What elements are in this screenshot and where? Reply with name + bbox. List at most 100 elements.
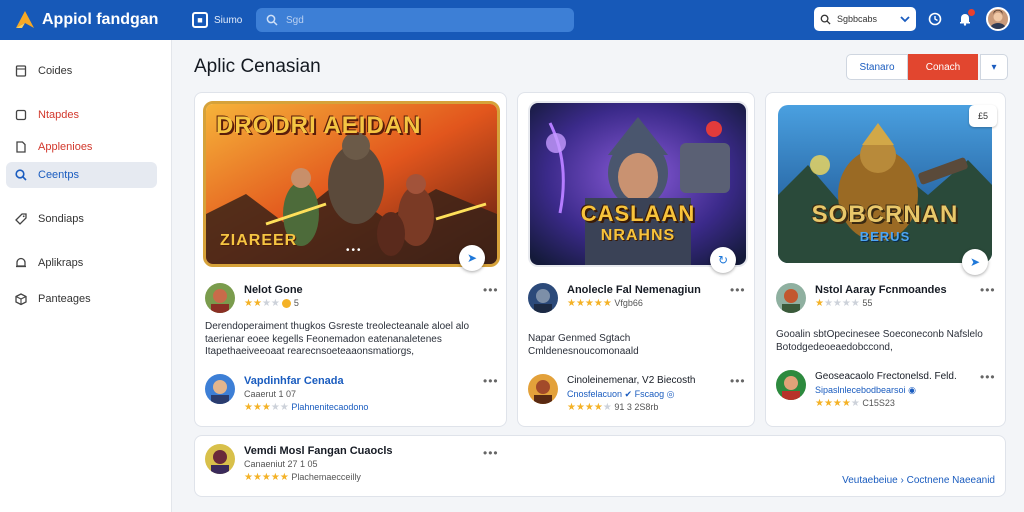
rating-count: 5 bbox=[293, 298, 299, 308]
author-name[interactable]: Anolecle Fal Nemenagiun bbox=[567, 283, 701, 297]
reviewer-name[interactable]: Geoseacaolo Frectonelsd. Feld. bbox=[815, 370, 957, 384]
reviewer-row: Geoseacaolo Frectonelsd. Feld. Sipaslnle… bbox=[776, 370, 957, 410]
game-thumbnail[interactable]: DRODRI AEIDAN ZIAREER ••• bbox=[203, 101, 500, 267]
reviewer-link[interactable]: C15S23 bbox=[862, 398, 895, 408]
author-avatar[interactable] bbox=[205, 283, 235, 313]
sidebar-item-ntapdes[interactable]: Ntapdes bbox=[6, 102, 157, 128]
bell-icon bbox=[16, 257, 26, 268]
reviewer-sub: Caaerut 1 07 bbox=[244, 389, 297, 399]
sidebar-item-ceentps[interactable]: Ceentps bbox=[6, 162, 157, 188]
description-line: taerienar eoee kegells Feonemadon eatena… bbox=[205, 333, 442, 345]
chevron-down-icon bbox=[900, 16, 910, 23]
more-options-button[interactable]: ▾ bbox=[980, 54, 1008, 80]
author-row: Nelot Gone ★★★★ 5 bbox=[205, 283, 303, 313]
card-description: Napar Genmed Sgtach Cmldenesnoucomonaald bbox=[528, 333, 748, 358]
card-description: Derendoperaiment thugkos Gsreste treolec… bbox=[205, 321, 500, 359]
rating-stars: ★★★★ bbox=[244, 298, 280, 309]
top-bar: Appiol fandgan ■ Siumo Sgbbcabs bbox=[0, 0, 1024, 40]
description-line: Derendoperaiment thugkos Gsreste treolec… bbox=[205, 321, 470, 332]
game-thumbnail[interactable]: CASLAAN NRAHNS bbox=[528, 101, 748, 267]
search-input[interactable] bbox=[286, 14, 566, 26]
author-row: Anolecle Fal Nemenagiun ★★★★★ Vfgb66 bbox=[528, 283, 701, 313]
reviewer-stars: ★★★★★ bbox=[567, 402, 612, 413]
rating-count: 55 bbox=[862, 298, 873, 308]
bookmark-icon bbox=[15, 65, 27, 77]
reviewer-avatar[interactable] bbox=[528, 374, 558, 404]
reviewer-name[interactable]: Cinoleinemenar, V2 Biecosth bbox=[567, 374, 695, 388]
accent-button[interactable]: Conach bbox=[908, 54, 978, 80]
carousel-dots[interactable]: ••• bbox=[346, 245, 363, 256]
rating-count: Vfgb66 bbox=[614, 298, 643, 308]
file-icon bbox=[16, 141, 26, 153]
game-thumbnail[interactable]: SOBCRNAN BERUS bbox=[778, 105, 992, 263]
reviewer-meta: ★★★★★ 91 3 2S8rb bbox=[567, 401, 695, 414]
description-line: Cmldenesnoucomonaald bbox=[528, 345, 639, 357]
app-switcher[interactable]: ■ Siumo bbox=[192, 12, 252, 28]
sidebar-item-sondiaps[interactable]: Sondiaps bbox=[6, 206, 157, 232]
corner-badge[interactable]: £5 bbox=[969, 105, 997, 127]
footer-link[interactable]: Veutaebeiue › Coctnene Naeeanid bbox=[842, 475, 995, 486]
game-card[interactable]: CASLAAN NRAHNS ↻ Anolecle Fal Nemenagiun… bbox=[517, 92, 755, 427]
notifications-button[interactable] bbox=[954, 8, 976, 30]
more-icon[interactable]: ••• bbox=[483, 283, 499, 297]
more-icon[interactable]: ••• bbox=[483, 374, 499, 388]
more-icon[interactable]: ••• bbox=[980, 370, 996, 384]
filter-select-label: Sgbbcabs bbox=[837, 14, 878, 24]
sidebar-item-panteages[interactable]: Panteages bbox=[6, 286, 157, 312]
game-card[interactable]: SOBCRNAN BERUS £5 ➤ Nstol Aaray Fcnmoand… bbox=[765, 92, 1006, 427]
sidebar-item-coides[interactable]: Coides bbox=[6, 58, 157, 84]
reviewer-name[interactable]: Vapdinhfar Cenada bbox=[244, 374, 368, 388]
reviewer-meta: ★★★★★ Plahnenitecaodono bbox=[244, 401, 368, 414]
logo-icon bbox=[16, 11, 34, 28]
share-icon: ➤ bbox=[466, 251, 478, 265]
reviewer-link[interactable]: Plahnenitecaodono bbox=[291, 402, 368, 412]
primary-button[interactable]: Stanaro bbox=[846, 54, 908, 80]
refresh-icon: ↻ bbox=[717, 253, 729, 267]
play-button[interactable]: ↻ bbox=[710, 247, 736, 273]
sidebar-item-aplikraps[interactable]: Aplikraps bbox=[6, 250, 157, 276]
rating-stars: ★★★★★ bbox=[244, 472, 289, 483]
author-meta: ★★★★★ Plachemaecceilly bbox=[244, 471, 393, 484]
author-rating: ★★★★★ Vfgb66 bbox=[567, 297, 701, 310]
share-icon: ➤ bbox=[969, 255, 981, 269]
sidebar-item-label: Ntapdes bbox=[38, 109, 79, 121]
reviewer-link[interactable]: 91 3 2S8rb bbox=[614, 402, 658, 412]
author-name[interactable]: Nstol Aaray Fcnmoandes bbox=[815, 283, 947, 297]
sidebar-item-label: Coides bbox=[38, 65, 73, 77]
reviewer-row: Cinoleinemenar, V2 Biecosth Cnosfelacuon… bbox=[528, 374, 695, 414]
more-icon[interactable]: ••• bbox=[730, 283, 746, 297]
clock-icon bbox=[928, 12, 942, 26]
page-title: Aplic Cenasian bbox=[194, 56, 321, 77]
author-avatar[interactable] bbox=[528, 283, 558, 313]
author-row: Vemdi Mosl Fangan Cuaocls Canaeniut 27 1… bbox=[205, 444, 393, 484]
filter-select[interactable]: Sgbbcabs bbox=[814, 7, 916, 31]
more-icon[interactable]: ••• bbox=[980, 283, 996, 297]
tag-icon bbox=[15, 213, 27, 225]
search-icon bbox=[820, 14, 831, 25]
help-button[interactable] bbox=[924, 8, 946, 30]
author-link[interactable]: Plachemaecceilly bbox=[291, 472, 361, 482]
author-name[interactable]: Vemdi Mosl Fangan Cuaocls bbox=[244, 444, 393, 458]
sidebar-item-applenioes[interactable]: Applenioes bbox=[6, 134, 157, 160]
more-icon[interactable]: ••• bbox=[730, 374, 746, 388]
logo[interactable]: Appiol fandgan bbox=[14, 10, 184, 30]
game-title-bottom: NRAHNS bbox=[600, 227, 676, 244]
user-avatar[interactable] bbox=[986, 7, 1010, 31]
sidebar-item-label: Aplikraps bbox=[38, 257, 84, 269]
author-name[interactable]: Nelot Gone bbox=[244, 283, 303, 297]
author-avatar[interactable] bbox=[205, 444, 235, 474]
play-button[interactable]: ➤ bbox=[962, 249, 988, 275]
reviewer-avatar[interactable] bbox=[205, 374, 235, 404]
package-icon bbox=[15, 293, 27, 306]
wide-card[interactable]: Vemdi Mosl Fangan Cuaocls Canaeniut 27 1… bbox=[194, 435, 1006, 497]
author-avatar[interactable] bbox=[776, 283, 806, 313]
reviewer-sub: Cnosfelacuon ✔ Fscaog ◎ bbox=[567, 389, 675, 399]
card-description: Gooalin sbtOpecinesee Soeconeconb Nafsle… bbox=[776, 329, 1001, 354]
search-icon bbox=[15, 169, 27, 181]
description-line: Napar Genmed Sgtach bbox=[528, 333, 631, 344]
play-button[interactable]: ➤ bbox=[459, 245, 485, 271]
reviewer-avatar[interactable] bbox=[776, 370, 806, 400]
more-icon[interactable]: ••• bbox=[483, 446, 499, 460]
search-bar[interactable] bbox=[256, 8, 574, 32]
game-card[interactable]: DRODRI AEIDAN ZIAREER ••• ➤ Nelot Gone ★… bbox=[194, 92, 507, 427]
